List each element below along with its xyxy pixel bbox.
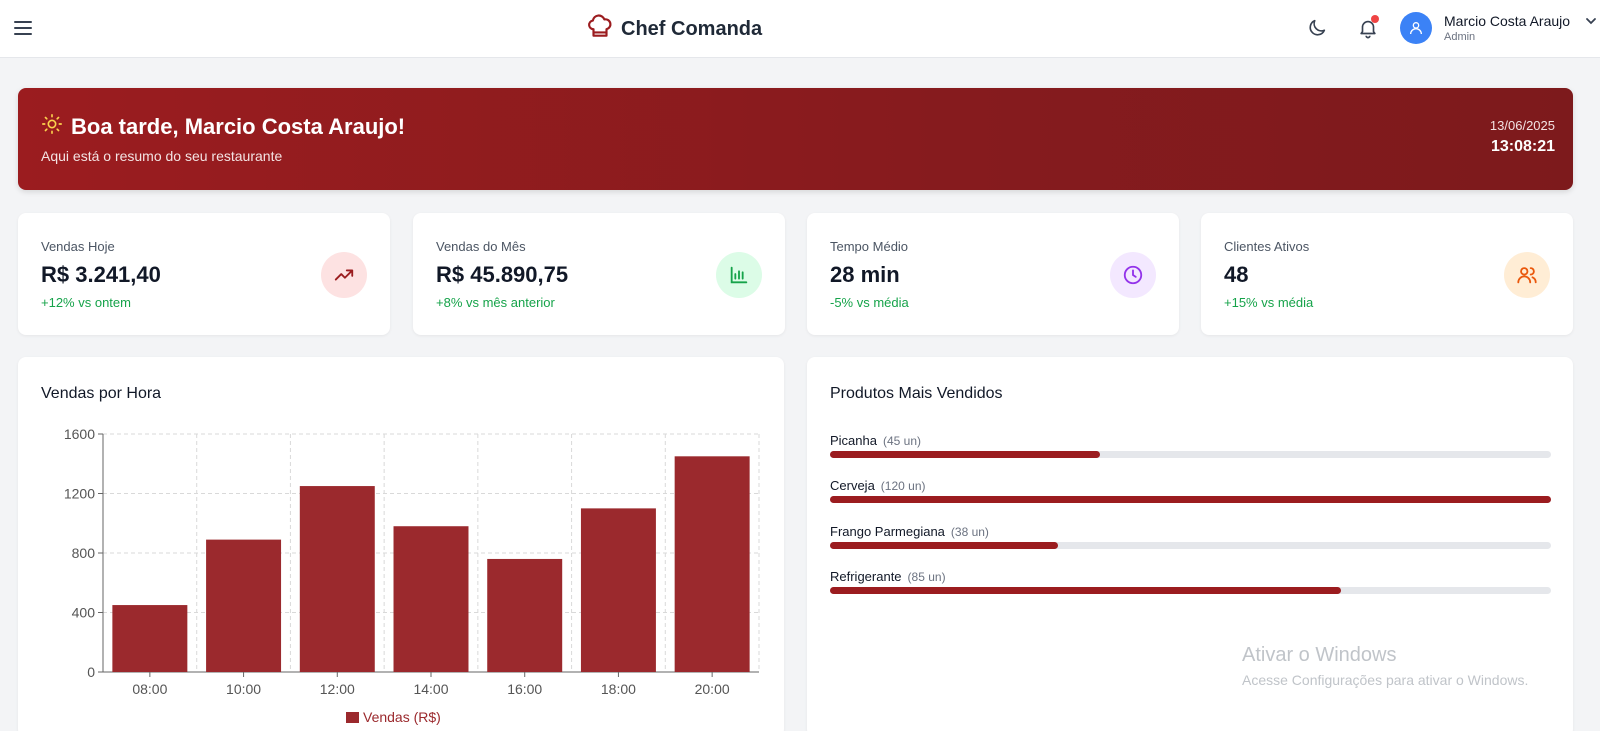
user-name: Marcio Costa Araujo [1444,13,1571,29]
x-tick-label: 14:00 [413,681,448,697]
x-tick-label: 10:00 [226,681,261,697]
stat-card-sales-today: Vendas Hoje R$ 3.241,40 +12% vs ontem [18,213,390,335]
stat-card-active-clients: Clientes Ativos 48 +15% vs média [1201,213,1573,335]
product-qty: (38 un) [950,525,989,539]
stat-delta: +15% vs média [1224,295,1314,310]
bar [393,526,469,672]
y-tick-label: 800 [72,545,96,561]
x-tick-label: 08:00 [132,681,167,697]
sun-icon [41,113,63,140]
product-name: Frango Parmegiana [830,524,945,539]
welcome-banner: Boa tarde, Marcio Costa Araujo! Aqui est… [18,88,1573,190]
product-qty: (45 un) [882,434,922,448]
users-icon [1504,252,1550,298]
bar [580,508,656,672]
product-progress-fill [830,542,1059,549]
moon-icon[interactable] [1306,17,1328,39]
stat-value: R$ 45.890,75 [436,262,569,287]
bar [674,456,750,672]
user-role: Admin [1444,31,1476,43]
stat-value: 48 [1224,262,1249,287]
sales-chart: 0 400 800 1200 1600 08:00 10:00 12:00 14:00 16:00… [64,426,760,697]
stat-delta: +12% vs ontem [41,295,131,310]
bell-icon[interactable] [1357,15,1379,39]
banner-subtitle: Aqui está o resumo do seu restaurante [41,148,283,164]
y-tick-label: 1200 [64,486,95,502]
sales-by-hour-panel: Vendas por Hora 0 400 800 1200 1600 08:00 10:0… [18,357,784,731]
legend-swatch [346,711,359,723]
brand-title: Chef Comanda [621,17,763,40]
notification-badge [1371,15,1379,23]
watermark-subtitle: Acesse Configurações para ativar o Windo… [1242,672,1529,688]
x-tick-label: 12:00 [320,681,355,697]
stat-value: R$ 3.241,40 [41,262,161,287]
bar-chart-icon [716,252,762,298]
y-tick-label: 400 [72,605,96,621]
top-bar: Chef Comanda Marcio Costa Araujo Admin [0,0,1600,58]
product-name: Picanha [830,433,877,448]
product-item: Picanha (45 un) [830,432,1551,458]
trending-up-icon [321,252,367,298]
banner-date: 13/06/2025 [1489,118,1555,133]
stat-label: Tempo Médio [830,239,909,254]
banner-time: 13:08:21 [1490,138,1555,155]
user-menu[interactable]: Marcio Costa Araujo Admin [1400,10,1598,46]
chevron-down-icon[interactable] [1584,14,1598,33]
panel-title: Produtos Mais Vendidos [830,385,1003,402]
brand: Chef Comanda [587,13,763,45]
y-tick-label: 1600 [64,426,95,442]
bar [206,539,282,672]
x-tick-label: 20:00 [695,681,730,697]
bar [299,486,375,672]
stat-label: Clientes Ativos [1224,239,1310,254]
bar [112,605,188,672]
product-item: Frango Parmegiana (38 un) [830,523,1551,549]
y-tick-label: 0 [87,664,95,680]
product-name: Refrigerante [830,569,902,584]
product-qty: (85 un) [907,570,946,584]
product-name: Cerveja [830,478,875,493]
product-qty: (120 un) [880,479,926,493]
greeting: Boa tarde, Marcio Costa Araujo! [71,113,406,139]
bar [487,558,563,672]
stat-delta: -5% vs média [830,295,909,310]
hamburger-icon[interactable] [12,17,34,39]
product-progress-fill [830,587,1341,594]
x-tick-label: 16:00 [507,681,542,697]
x-tick-label: 18:00 [601,681,636,697]
product-item: Refrigerante (85 un) [830,568,1551,594]
product-item: Cerveja (120 un) [830,477,1551,503]
watermark-title: Ativar o Windows [1242,644,1397,666]
stat-delta: +8% vs mês anterior [436,295,555,310]
stat-card-avg-time: Tempo Médio 28 min -5% vs média [807,213,1179,335]
user-icon [1410,22,1422,35]
chart-legend[interactable]: Vendas (R$) [346,709,441,725]
avatar[interactable] [1400,12,1432,44]
product-progress-fill [830,451,1101,458]
product-progress-fill [830,496,1551,503]
stat-label: Vendas Hoje [41,239,115,254]
clock-icon [1110,252,1156,298]
stat-card-sales-month: Vendas do Mês R$ 45.890,75 +8% vs mês an… [413,213,785,335]
legend-label: Vendas (R$) [363,709,441,725]
stat-label: Vendas do Mês [436,239,526,254]
stat-value: 28 min [830,262,900,287]
product-progress-track [830,542,1551,549]
product-progress-track [830,587,1551,594]
product-progress-track [830,496,1551,503]
chef-hat-icon [587,13,613,45]
product-progress-track [830,451,1551,458]
